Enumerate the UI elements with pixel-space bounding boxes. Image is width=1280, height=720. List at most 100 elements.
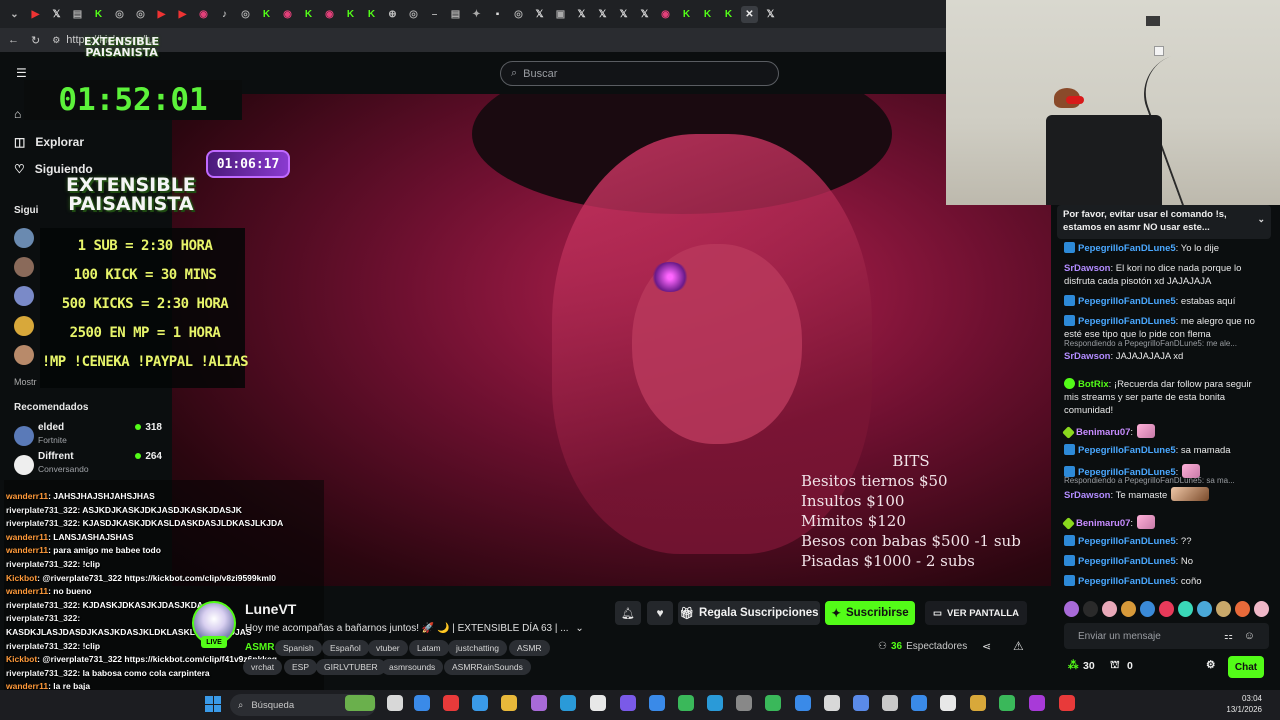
tag[interactable]: ASMRRainSounds [444, 659, 531, 675]
chat-message[interactable]: PepegrilloFanDLune5: No [1064, 555, 1269, 568]
tab-favicon-kick[interactable]: K [300, 6, 317, 23]
notepad-icon[interactable] [707, 695, 723, 711]
tab-favicon-kick[interactable]: K [720, 6, 737, 23]
chat-message[interactable]: PepegrilloFanDLune5: coño [1064, 575, 1269, 588]
tab-favicon-kick[interactable]: K [699, 6, 716, 23]
emote-icon[interactable] [1140, 601, 1155, 617]
taskbar-clock[interactable]: 03:04 13/1/2026 [1212, 693, 1262, 715]
chevron-down-icon[interactable]: ⌄ [575, 623, 583, 634]
chat-username[interactable]: Benimaru07 [1076, 427, 1130, 438]
terminal-icon[interactable] [736, 695, 752, 711]
avatar[interactable] [14, 286, 34, 306]
edge-icon[interactable] [560, 695, 576, 711]
chat-message[interactable]: Respondiendo a PepegrilloFanDLune5: me a… [1064, 337, 1269, 363]
points-icon[interactable]: ⁂ [1068, 659, 1079, 671]
notification-bell-button[interactable]: 🔔︎ [615, 601, 641, 625]
site-info-icon[interactable]: ⚙ [52, 35, 60, 46]
chat-username[interactable]: PepegrilloFanDLune5 [1078, 536, 1176, 547]
chat-message[interactable]: PepegrilloFanDLune5: estabas aquí [1064, 295, 1269, 308]
chat-message[interactable]: SrDawson: El kori no dice nada porque lo… [1064, 262, 1269, 288]
copilot-icon[interactable] [414, 695, 430, 711]
chat-username[interactable]: PepegrilloFanDLune5 [1078, 445, 1176, 456]
pinned-message[interactable]: Por favor, evitar usar el comando !s, es… [1057, 205, 1271, 239]
hamburger-menu-icon[interactable]: ☰ [16, 66, 27, 80]
emote-icon[interactable] [1102, 601, 1117, 617]
tab-favicon-kick[interactable]: K [342, 6, 359, 23]
pen-icon[interactable] [531, 695, 547, 711]
streamer-name[interactable]: LuneVT [245, 601, 296, 617]
settings-icon[interactable] [590, 695, 606, 711]
mail-icon[interactable] [853, 695, 869, 711]
tag[interactable]: vrchat [243, 659, 283, 675]
emote-icon[interactable] [1216, 601, 1231, 617]
chat-message[interactable]: Respondiendo a PepegrilloFanDLune5: sa m… [1064, 474, 1269, 502]
tab-favicon-globe[interactable]: ⊕ [384, 6, 401, 23]
tab-favicon-x[interactable]: 𝕏 [48, 6, 65, 23]
chat-username[interactable]: PepegrilloFanDLune5 [1078, 316, 1176, 327]
emoji-icon[interactable]: ☺ [1244, 630, 1255, 642]
tab-favicon-x[interactable]: 𝕏 [636, 6, 653, 23]
emote-icon[interactable] [1121, 601, 1136, 617]
tab-favicon-generic[interactable]: – [426, 6, 443, 23]
obs-icon[interactable] [824, 695, 840, 711]
app-icon[interactable] [1059, 695, 1075, 711]
chat-message[interactable]: PepegrilloFanDLune5: Yo lo dije [1064, 242, 1269, 255]
chat-message[interactable]: BotRix: ¡Recuerda dar follow para seguir… [1064, 378, 1269, 417]
chat-message[interactable]: Benimaru07: [1062, 424, 1269, 439]
emote-icon[interactable] [1254, 601, 1269, 617]
chat-message[interactable]: PepegrilloFanDLune5: sa mamada [1064, 444, 1269, 457]
reply-context[interactable]: Respondiendo a PepegrilloFanDLune5: me a… [1064, 337, 1269, 350]
reply-context[interactable]: Respondiendo a PepegrilloFanDLune5: sa m… [1064, 474, 1269, 487]
app-icon[interactable] [940, 695, 956, 711]
emote-icon[interactable] [1083, 601, 1098, 617]
avatar[interactable] [14, 316, 34, 336]
emote-icon[interactable] [1159, 601, 1174, 617]
follow-heart-button[interactable]: ♥ [647, 601, 673, 625]
share-icon[interactable]: ⋖ [982, 640, 991, 653]
emote-icon[interactable] [1197, 601, 1212, 617]
tab-favicon-instagram[interactable]: ◉ [279, 6, 296, 23]
tab-favicon-youtube[interactable]: ▶ [27, 6, 44, 23]
chat-username[interactable]: SrDawson [1064, 490, 1110, 501]
tab-favicon-doc[interactable]: ▤ [447, 6, 464, 23]
nav-explore[interactable]: ◫ Explorar [14, 135, 84, 149]
gift-subs-button[interactable]: 🎁︎ Regala Suscripciones [678, 601, 820, 625]
start-icon[interactable] [205, 696, 221, 712]
folder-icon[interactable] [501, 695, 517, 711]
settings-gear-icon[interactable]: ⚙ [1206, 659, 1215, 671]
app-icon[interactable] [911, 695, 927, 711]
chat-username[interactable]: PepegrilloFanDLune5 [1078, 243, 1176, 254]
avatar[interactable] [14, 257, 34, 277]
tab-favicon-generic[interactable]: ◎ [132, 6, 149, 23]
tab-favicon-instagram[interactable]: ◉ [657, 6, 674, 23]
tab-close-icon[interactable]: ✕ [741, 5, 758, 23]
chat-message[interactable]: Benimaru07: [1062, 515, 1269, 530]
tab-favicon-instagram[interactable]: ◉ [321, 6, 338, 23]
chat-username[interactable]: SrDawson [1064, 263, 1110, 274]
chrome-icon[interactable] [765, 695, 781, 711]
tag[interactable]: ASMR [509, 640, 550, 656]
translate-icon[interactable]: ⚏ [1224, 631, 1233, 642]
chat-username[interactable]: PepegrilloFanDLune5 [1078, 556, 1176, 567]
tab-favicon-doc[interactable]: ▤ [69, 6, 86, 23]
tab-favicon-youtube[interactable]: ▶ [174, 6, 191, 23]
search-input[interactable]: ⌕ Buscar [500, 61, 779, 86]
emote-icon[interactable] [1235, 601, 1250, 617]
tag[interactable]: Español [322, 640, 369, 656]
tab-favicon-doc[interactable]: ▣ [552, 6, 569, 23]
tab-favicon-kick[interactable]: K [258, 6, 275, 23]
gift-icon[interactable]: ⛫ [1110, 659, 1120, 673]
tab-favicon-generic[interactable]: ◎ [111, 6, 128, 23]
tab-favicon-x[interactable]: 𝕏 [762, 6, 779, 23]
tab-favicon-generic[interactable]: ◎ [510, 6, 527, 23]
chat-username[interactable]: BotRix [1078, 379, 1109, 390]
recommended-item[interactable]: elded Fortnite 318 [14, 422, 174, 450]
recommended-item[interactable]: Diffrent Conversando 264 [14, 451, 174, 479]
tab-favicon-x[interactable]: 𝕏 [594, 6, 611, 23]
nav-home[interactable]: ⌂ [14, 107, 21, 121]
stream-category[interactable]: ASMR [245, 642, 274, 653]
avatar[interactable] [14, 345, 34, 365]
chat-username[interactable]: PepegrilloFanDLune5 [1078, 296, 1176, 307]
chevron-down-icon[interactable]: ⌄ [1257, 213, 1265, 226]
tab-favicon-kick[interactable]: K [363, 6, 380, 23]
